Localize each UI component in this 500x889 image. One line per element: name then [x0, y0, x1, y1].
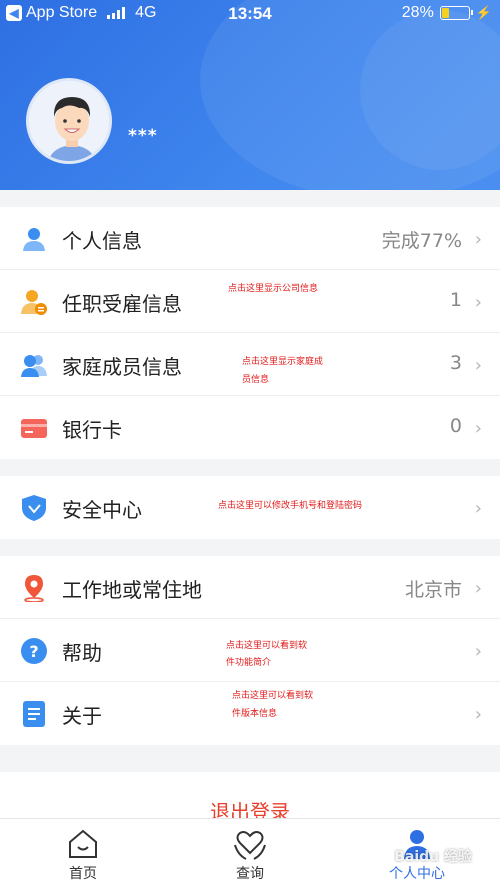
- menu-item-label: 帮助: [62, 641, 102, 665]
- employment-count: 1: [449, 289, 462, 311]
- tab-home[interactable]: 首页: [33, 827, 133, 883]
- annotation-family-line1: 点击这里显示家庭成: [242, 357, 324, 367]
- menu-item-label: 安全中心: [62, 498, 142, 522]
- chevron-right-icon: ›: [474, 641, 482, 662]
- avatar[interactable]: [26, 78, 112, 164]
- chevron-right-icon: ›: [474, 578, 482, 599]
- battery-percent: 28%: [401, 4, 434, 21]
- tab-label: 个人中心: [389, 866, 445, 882]
- completion-value: 完成77%: [381, 230, 462, 252]
- chevron-right-icon: ›: [474, 355, 482, 376]
- annotation-security: 点击这里可以修改手机号和登陆密码: [218, 501, 363, 511]
- menu-item-work-location[interactable]: 工作地或常住地 北京市 ›: [0, 556, 500, 619]
- heart-hands-icon: [234, 831, 266, 860]
- annotation-family-line2: 员信息: [242, 375, 270, 385]
- shield-icon: [22, 495, 46, 521]
- chevron-right-icon: ›: [474, 498, 482, 519]
- chevron-right-icon: ›: [474, 292, 482, 313]
- phone-number: ***: [128, 126, 158, 146]
- location-value: 北京市: [404, 579, 462, 601]
- menu-group-info: 个人信息 完成77% › 任职受雇信息 1 › 家庭成员信息 3 › 银行卡 0…: [0, 207, 500, 459]
- annotation-about-line1: 点击这里可以看到软: [232, 691, 314, 701]
- chevron-right-icon: ›: [474, 229, 482, 250]
- home-icon: [69, 829, 97, 858]
- bank-card-icon: [21, 419, 47, 438]
- employment-icon: [21, 290, 47, 315]
- profile-header: ◀ App Store 4G 13:54 28% ⚡ ***: [0, 0, 500, 190]
- family-count: 3: [449, 352, 462, 374]
- annotation-help-line2: 件功能简介: [226, 658, 272, 668]
- about-icon: [23, 701, 45, 727]
- location-pin-icon: [24, 575, 44, 602]
- tab-label: 首页: [69, 866, 97, 882]
- menu-item-bank-card[interactable]: 银行卡 0 ›: [0, 396, 500, 459]
- watermark: Baidu 经验: [394, 849, 472, 865]
- svg-text:?: ?: [29, 642, 38, 661]
- bank-card-count: 0: [449, 415, 462, 437]
- menu-item-label: 工作地或常住地: [62, 578, 202, 602]
- help-icon: ?: [21, 638, 47, 664]
- charging-icon: ⚡: [475, 5, 492, 20]
- menu-item-personal-info[interactable]: 个人信息 完成77% ›: [0, 207, 500, 270]
- menu-item-label: 个人信息: [62, 229, 142, 253]
- status-bar: ◀ App Store 4G 13:54 28% ⚡: [0, 0, 500, 28]
- chevron-right-icon: ›: [474, 704, 482, 725]
- tab-query[interactable]: 查询: [200, 827, 300, 883]
- menu-item-label: 家庭成员信息: [62, 355, 182, 379]
- chevron-right-icon: ›: [474, 418, 482, 439]
- annotation-company: 点击这里显示公司信息: [228, 284, 319, 294]
- battery-icon: [439, 6, 473, 20]
- menu-item-label: 银行卡: [62, 418, 122, 442]
- family-icon: [21, 355, 47, 377]
- tab-label: 查询: [236, 866, 264, 882]
- menu-item-label: 任职受雇信息: [62, 292, 182, 316]
- annotation-about-line2: 件版本信息: [232, 709, 278, 719]
- menu-item-label: 关于: [62, 704, 102, 728]
- person-icon: [23, 228, 45, 251]
